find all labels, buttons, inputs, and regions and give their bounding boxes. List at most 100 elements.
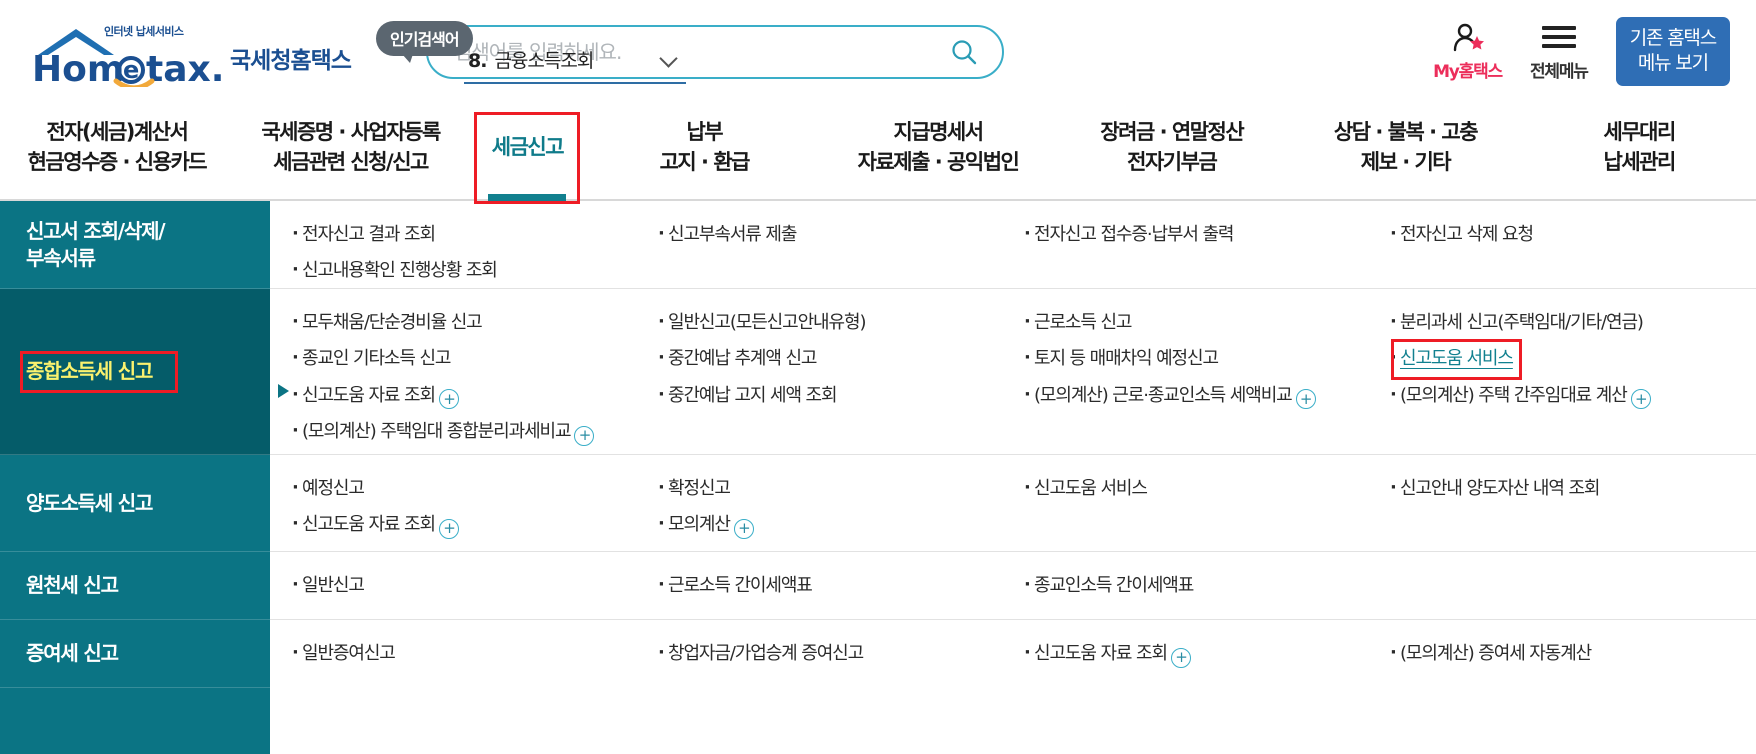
- popular-search-select[interactable]: 8. 금융소득조회: [464, 43, 686, 84]
- list-item[interactable]: 분리과세 신고(주택임대/기타/연금): [1390, 308, 1742, 336]
- list-item[interactable]: 토지 등 매매차익 예정신고: [1024, 344, 1376, 372]
- menu-link[interactable]: 모의계산: [668, 514, 731, 535]
- sidebar-item-comprehensive-income-tax[interactable]: 종합소득세 신고: [0, 289, 270, 455]
- menu-link[interactable]: 일반신고(모든신고안내유형): [668, 312, 866, 333]
- chevron-down-icon[interactable]: [660, 54, 678, 64]
- list-item[interactable]: 신고안내 양도자산 내역 조회: [1390, 474, 1742, 502]
- gnb-tab-consultation[interactable]: 상담 · 불복 · 고충 제보 · 기타: [1289, 103, 1523, 199]
- menu-link[interactable]: 확정신고: [668, 478, 731, 499]
- list-item[interactable]: 신고부속서류 제출: [658, 220, 1010, 248]
- menu-link[interactable]: 신고도움 자료 조회: [302, 385, 436, 406]
- my-hometax-link[interactable]: My홈택스: [1433, 21, 1503, 82]
- list-item[interactable]: 근로소득 신고: [1024, 308, 1376, 336]
- list-item[interactable]: 창업자금/가업승계 증여신고: [658, 639, 1010, 667]
- gnb-tab-certificates[interactable]: 국세증명 · 사업자등록 세금관련 신청/신고: [234, 103, 468, 199]
- list-item[interactable]: 근로소득 간이세액표: [658, 571, 1010, 599]
- menu-link[interactable]: (모의계산) 주택임대 종합분리과세비교: [302, 421, 572, 442]
- menu-link[interactable]: (모의계산) 증여세 자동계산: [1400, 643, 1592, 664]
- search-button[interactable]: [948, 36, 980, 68]
- menu-link[interactable]: 전자신고 접수증·납부서 출력: [1034, 224, 1234, 245]
- list-item[interactable]: 신고도움 자료 조회+: [1024, 639, 1376, 668]
- menu-link[interactable]: 토지 등 매매차익 예정신고: [1034, 348, 1219, 369]
- menu-link[interactable]: 일반증여신고: [302, 643, 396, 664]
- list-item[interactable]: 신고도움 자료 조회+: [292, 510, 644, 539]
- panel-report-inquiry: 전자신고 결과 조회 신고내용확인 진행상황 조회 신고부속서류 제출 전자신고…: [270, 201, 1756, 289]
- list-item[interactable]: 중간예납 고지 세액 조회: [658, 381, 1010, 409]
- link-list: 전자신고 삭제 요청: [1390, 220, 1742, 248]
- menu-link[interactable]: 종교인 기타소득 신고: [302, 348, 451, 369]
- gnb-tab-label-line2: 전자기부금: [1127, 150, 1218, 174]
- gnb-tab-payment[interactable]: 납부 고지 · 환급: [587, 103, 821, 199]
- expand-plus-icon[interactable]: +: [574, 425, 595, 446]
- category-sidebar: 신고서 조회/삭제/ 부속서류 종합소득세 신고 양도소득세 신고 원천세 신고…: [0, 201, 270, 754]
- expand-plus-icon[interactable]: +: [1630, 389, 1651, 410]
- list-item[interactable]: (모의계산) 근로·종교인소득 세액비교+: [1024, 381, 1376, 410]
- list-item[interactable]: 일반증여신고: [292, 639, 644, 667]
- list-item[interactable]: 종교인소득 간이세액표: [1024, 571, 1376, 599]
- menu-link[interactable]: 근로소득 간이세액표: [668, 575, 813, 596]
- list-item[interactable]: 신고내용확인 진행상황 조회: [292, 256, 644, 284]
- hometax-page: Hom e tax. 인터넷 납세서비스 국세청홈택스 인기검색어 8. 금융소득…: [0, 0, 1756, 754]
- list-item[interactable]: 모두채움/단순경비율 신고: [292, 308, 644, 336]
- list-item[interactable]: 전자신고 접수증·납부서 출력: [1024, 220, 1376, 248]
- sidebar-item-report-inquiry[interactable]: 신고서 조회/삭제/ 부속서류: [0, 201, 270, 289]
- gnb-tab-payment-statement[interactable]: 지급명세서 자료제출 · 공익법인: [821, 103, 1055, 199]
- menu-link[interactable]: 중간예납 고지 세액 조회: [668, 385, 838, 406]
- logo-subtitle: 국세청홈택스: [230, 47, 352, 74]
- menu-link[interactable]: 신고부속서류 제출: [668, 224, 797, 245]
- list-item[interactable]: 신고도움 자료 조회+: [278, 381, 644, 410]
- menu-link[interactable]: (모의계산) 근로·종교인소득 세액비교: [1034, 385, 1293, 406]
- expand-plus-icon[interactable]: +: [438, 518, 459, 539]
- menu-link[interactable]: 신고도움 자료 조회: [1034, 643, 1168, 664]
- expand-plus-icon[interactable]: +: [438, 389, 459, 410]
- list-item[interactable]: 전자신고 삭제 요청: [1390, 220, 1742, 248]
- gnb-tab-tax-filing[interactable]: 세금신고: [467, 103, 587, 204]
- sidebar-item-capital-gains-tax[interactable]: 양도소득세 신고: [0, 455, 270, 552]
- legacy-hometax-menu-button[interactable]: 기존 홈택스 메뉴 보기: [1615, 17, 1730, 86]
- list-item[interactable]: 일반신고(모든신고안내유형): [658, 308, 1010, 336]
- sidebar-item-withholding-tax[interactable]: 원천세 신고: [0, 552, 270, 620]
- menu-link[interactable]: 일반신고: [302, 575, 365, 596]
- list-item[interactable]: 모의계산+: [658, 510, 1010, 539]
- menu-link[interactable]: 신고내용확인 진행상황 조회: [302, 260, 498, 281]
- list-item[interactable]: 예정신고: [292, 474, 644, 502]
- gnb-tab-tax-agent[interactable]: 세무대리 납세관리: [1522, 103, 1756, 199]
- list-item[interactable]: 종교인 기타소득 신고: [292, 344, 644, 372]
- panel-column: 전자신고 삭제 요청: [1390, 220, 1756, 272]
- menu-link[interactable]: 분리과세 신고(주택임대/기타/연금): [1400, 312, 1644, 333]
- list-item[interactable]: 신고도움 서비스: [1024, 474, 1376, 502]
- menu-link[interactable]: 신고도움 서비스: [1034, 478, 1148, 499]
- list-item[interactable]: 확정신고: [658, 474, 1010, 502]
- menu-link[interactable]: 신고도움 자료 조회: [302, 514, 436, 535]
- menu-link[interactable]: 신고안내 양도자산 내역 조회: [1400, 478, 1600, 499]
- menu-link[interactable]: (모의계산) 주택 간주임대료 계산: [1400, 385, 1628, 406]
- list-item[interactable]: 중간예납 추계액 신고: [658, 344, 1010, 372]
- menu-link[interactable]: 종교인소득 간이세액표: [1034, 575, 1194, 596]
- menu-link[interactable]: 근로소득 신고: [1034, 312, 1132, 333]
- menu-link[interactable]: 모두채움/단순경비율 신고: [302, 312, 483, 333]
- menu-link[interactable]: 창업자금/가업승계 증여신고: [668, 643, 864, 664]
- list-item[interactable]: 전자신고 결과 조회: [292, 220, 644, 248]
- cursor-arrow-icon: [278, 383, 289, 398]
- menu-link[interactable]: 예정신고: [302, 478, 365, 499]
- site-header: Hom e tax. 인터넷 납세서비스 국세청홈택스 인기검색어 8. 금융소득…: [0, 0, 1756, 103]
- gnb-tab-e-tax-invoice[interactable]: 전자(세금)계산서 현금영수증 · 신용카드: [0, 103, 234, 199]
- all-menu-button[interactable]: 전체메뉴: [1530, 21, 1589, 82]
- list-item-filing-help-service[interactable]: 신고도움 서비스: [1390, 339, 1522, 380]
- expand-plus-icon[interactable]: +: [1295, 389, 1316, 410]
- sidebar-item-gift-tax[interactable]: 증여세 신고: [0, 620, 270, 688]
- menu-link[interactable]: 전자신고 결과 조회: [302, 224, 436, 245]
- list-item[interactable]: (모의계산) 주택 간주임대료 계산+: [1390, 381, 1742, 410]
- panel-column: 모두채움/단순경비율 신고 종교인 기타소득 신고 신고도움 자료 조회+ (모…: [278, 308, 658, 446]
- list-item[interactable]: 일반신고: [292, 571, 644, 599]
- popular-search-keyword: 금융소득조회: [494, 49, 594, 72]
- menu-link[interactable]: 전자신고 삭제 요청: [1400, 224, 1534, 245]
- menu-link[interactable]: 중간예납 추계액 신고: [668, 348, 817, 369]
- menu-link-filing-help-service[interactable]: 신고도움 서비스: [1400, 348, 1514, 369]
- gnb-tab-incentives[interactable]: 장려금 · 연말정산 전자기부금: [1055, 103, 1289, 199]
- hometax-logo[interactable]: Hom e tax. 인터넷 납세서비스 국세청홈택스: [24, 17, 354, 87]
- list-item[interactable]: (모의계산) 주택임대 종합분리과세비교+: [292, 417, 644, 446]
- expand-plus-icon[interactable]: +: [733, 518, 754, 539]
- expand-plus-icon[interactable]: +: [1170, 647, 1191, 668]
- list-item[interactable]: (모의계산) 증여세 자동계산: [1390, 639, 1742, 667]
